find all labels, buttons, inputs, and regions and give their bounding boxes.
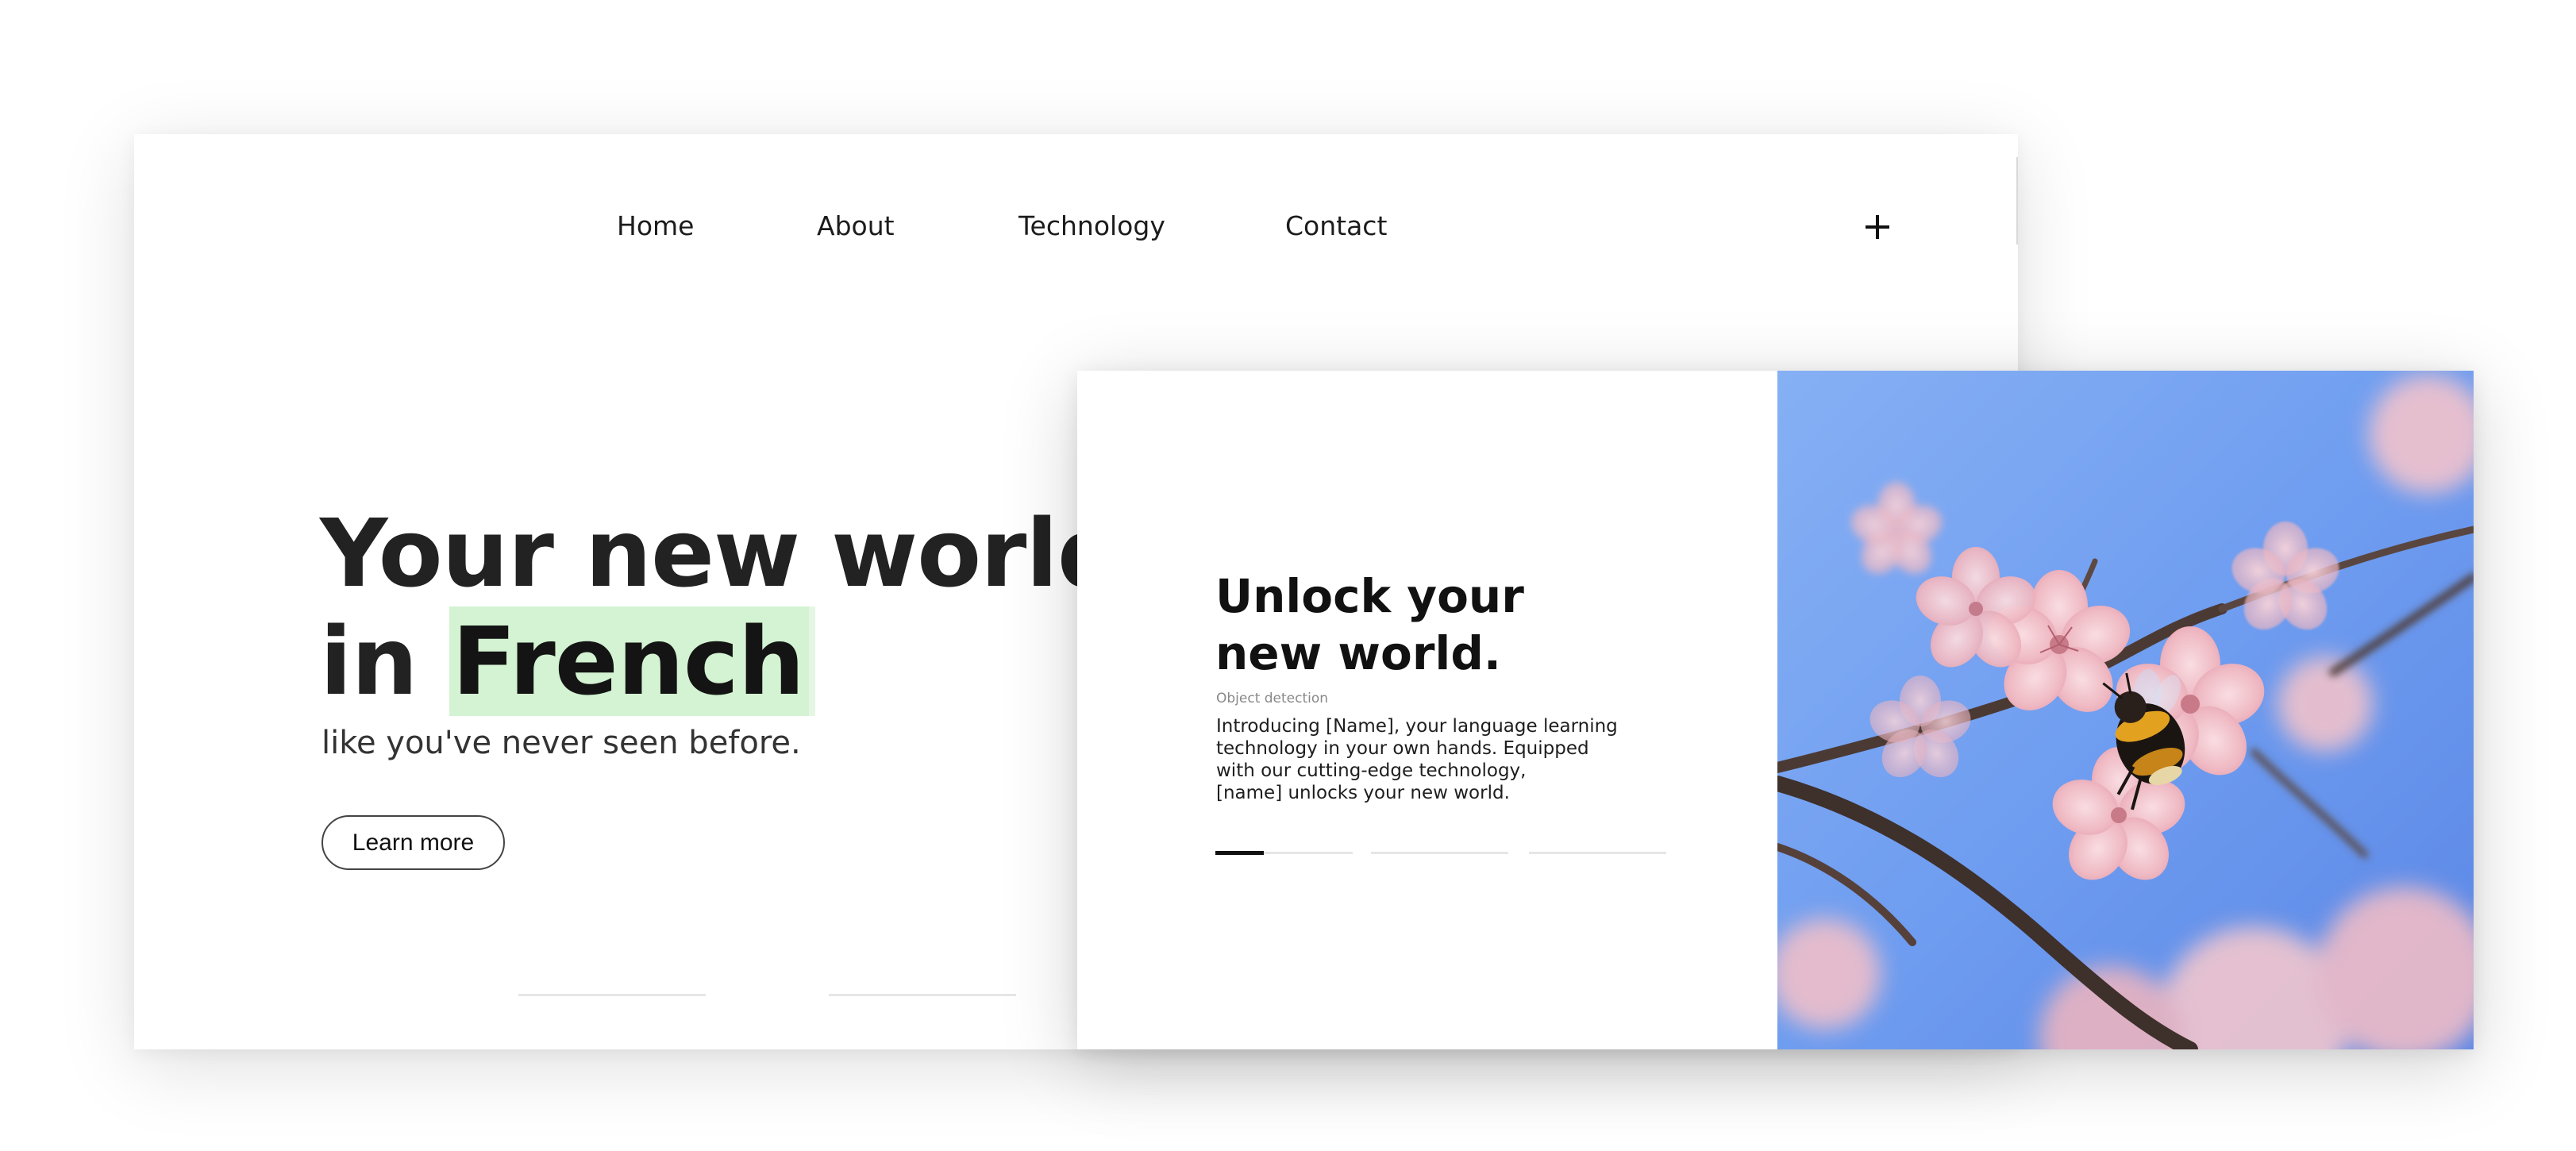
feature-slide-card: Unlock your new world. Object detection … <box>1077 371 2474 1049</box>
plus-icon <box>1866 215 1889 239</box>
description-line: Introducing [Name], your language learni… <box>1216 716 1618 737</box>
hero-title-line-1: Your new world <box>320 499 1124 608</box>
highlighted-word: French <box>449 606 815 716</box>
progress-segment-3[interactable] <box>1529 852 1666 854</box>
nav-link-contact[interactable]: Contact <box>1285 210 1387 241</box>
slide-progress <box>1215 850 1669 857</box>
nav-link-home[interactable]: Home <box>617 210 694 241</box>
feature-text-panel: Unlock your new world. Object detection … <box>1077 371 1777 1049</box>
bee-on-blossom-image <box>1777 371 2474 1049</box>
hero-subtitle: like you've never seen before. <box>322 725 801 761</box>
hero-title: Your new world in French <box>320 499 1124 716</box>
feature-photo <box>1777 371 2474 1049</box>
feature-tag: Object detection <box>1216 691 1329 706</box>
description-line: [name] unlocks your new world. <box>1216 783 1510 803</box>
hero-title-line-2: in French <box>320 606 1123 716</box>
feature-title-line-2: new world. <box>1215 626 1501 680</box>
progress-segment-2[interactable] <box>1371 852 1508 854</box>
menu-button[interactable] <box>1859 209 1896 245</box>
feature-title: Unlock your new world. <box>1215 568 1524 682</box>
nav-link-technology[interactable]: Technology <box>1018 210 1165 241</box>
nav-link-about[interactable]: About <box>817 210 895 241</box>
feature-description: Introducing [Name], your language learni… <box>1216 715 1661 804</box>
learn-more-button[interactable]: Learn more <box>322 815 505 870</box>
description-line: with our cutting-edge technology, <box>1216 760 1527 781</box>
progress-fill <box>1215 851 1264 855</box>
slider-indicator[interactable] <box>829 994 1016 996</box>
hero-title-prefix: in <box>320 606 449 716</box>
feature-title-line-1: Unlock your <box>1215 569 1524 623</box>
top-navigation: Home About Technology Contact <box>134 134 2018 321</box>
slider-indicator[interactable] <box>518 994 706 996</box>
canvas: Home About Technology Contact Your new w… <box>0 0 2576 1151</box>
description-line: technology in your own hands. Equipped <box>1216 738 1589 759</box>
